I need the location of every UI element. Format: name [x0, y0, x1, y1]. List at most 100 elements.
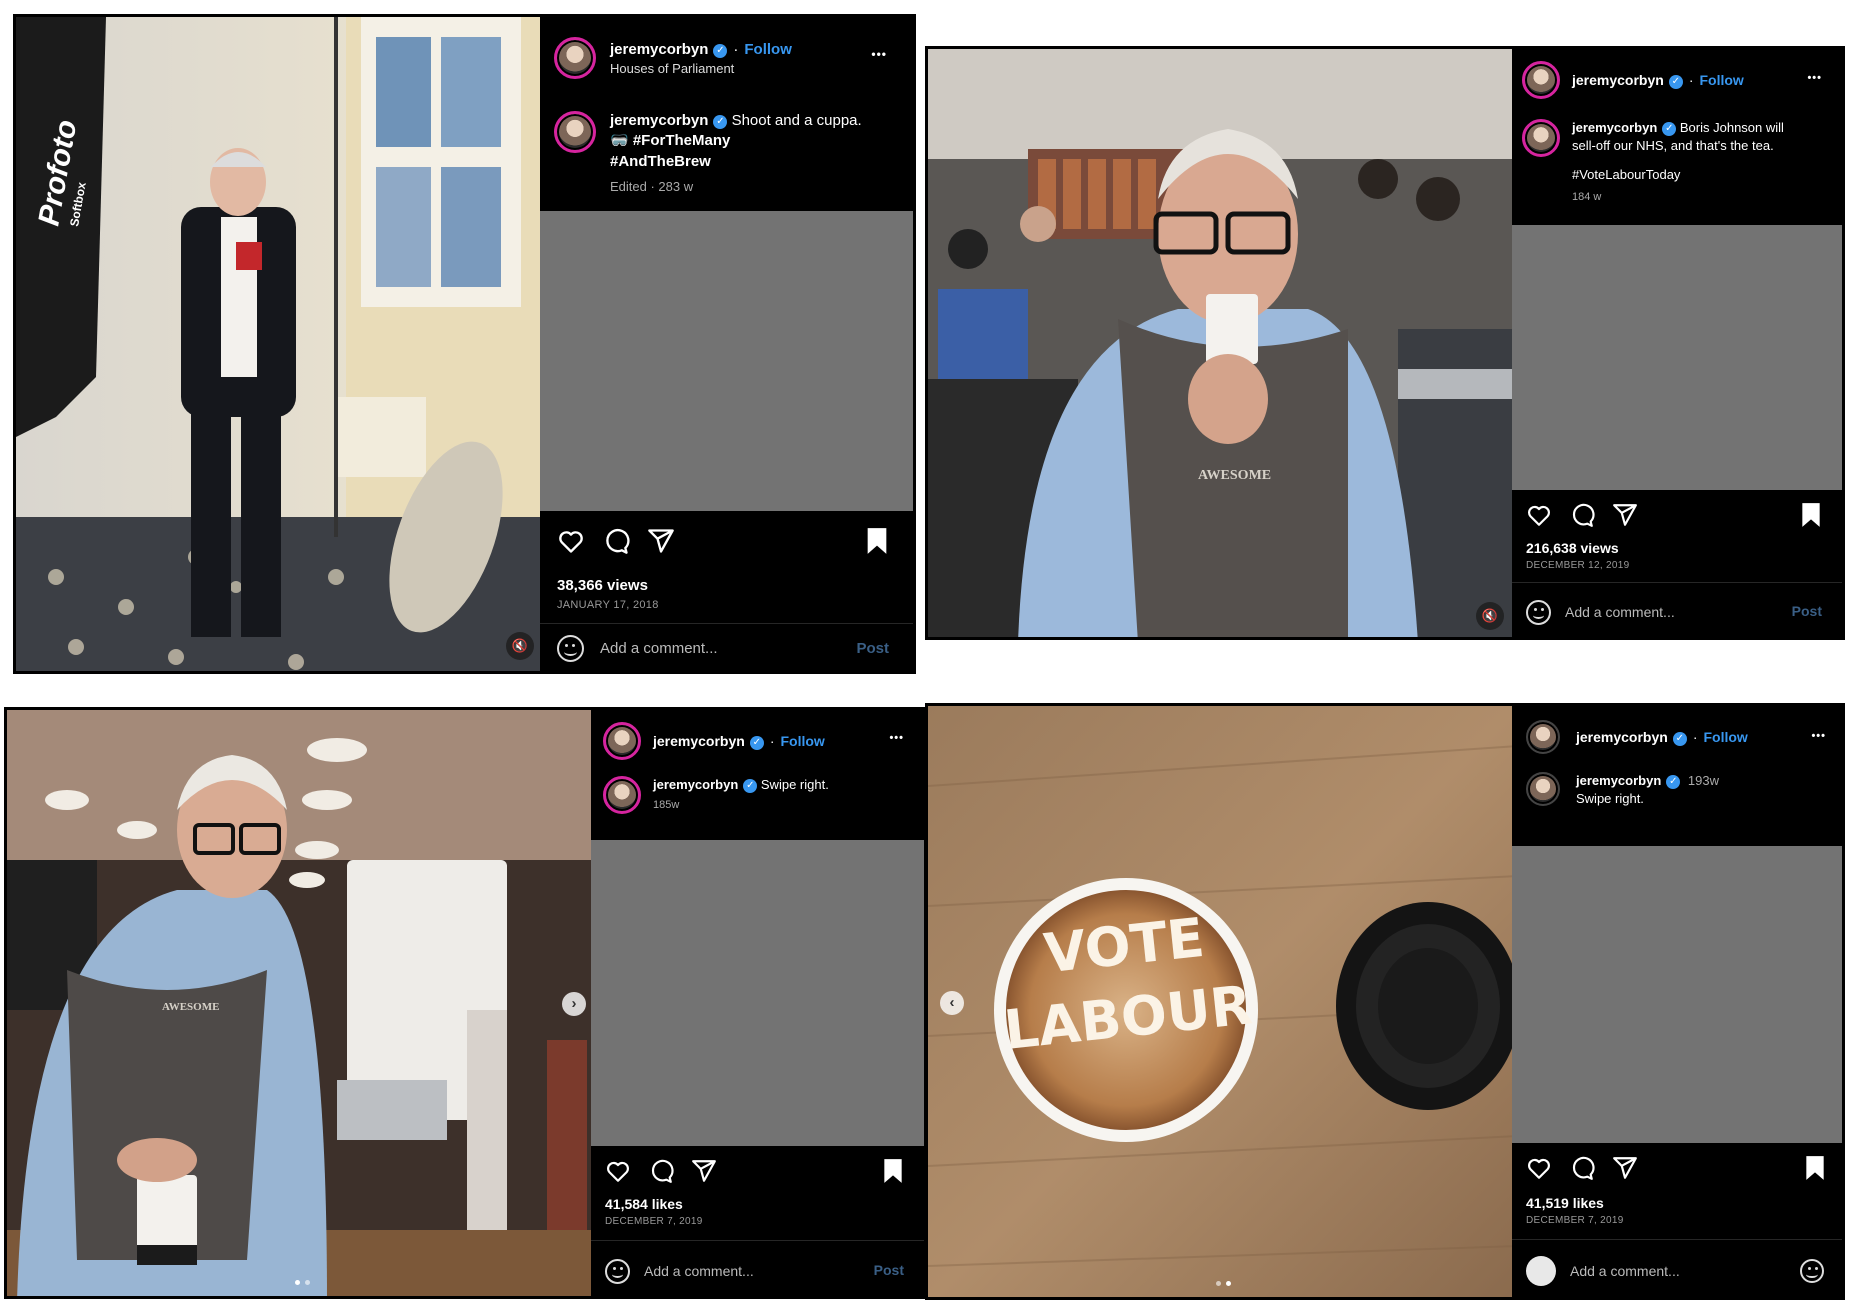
post-card-1: Profoto Softbox 🔇 jeremycorbyn ✓ · Follow H… — [13, 14, 916, 674]
comment-input[interactable]: Add a comment... — [600, 640, 718, 657]
avatar[interactable] — [554, 37, 596, 79]
username-link[interactable]: jeremycorbyn — [1572, 120, 1657, 135]
heart-icon[interactable] — [1526, 502, 1552, 528]
location-link[interactable]: Houses of Parliament — [610, 61, 792, 76]
verified-badge-icon: ✓ — [1668, 74, 1683, 89]
comment-input[interactable]: Add a comment... — [1565, 604, 1675, 620]
avatar[interactable] — [603, 776, 641, 814]
comment-bubble-icon[interactable] — [648, 1158, 674, 1184]
username-link[interactable]: jeremycorbyn — [653, 777, 738, 792]
post-date: JANUARY 17, 2018 — [557, 599, 659, 611]
post-caption: jeremycorbyn ✓ Swipe right. 185w — [603, 776, 829, 814]
empty-comments-area — [1512, 846, 1842, 1143]
username-link[interactable]: jeremycorbyn — [1576, 773, 1661, 788]
muted-speaker-icon[interactable]: 🔇 — [506, 632, 534, 660]
separator-dot: · — [769, 732, 775, 749]
post-comment-button[interactable]: Post — [1792, 603, 1822, 619]
empty-comments-area — [591, 840, 924, 1146]
username-link[interactable]: jeremycorbyn — [653, 733, 745, 749]
photo-vote-labour-latte: VOTE LABOUR — [928, 706, 1518, 1297]
comment-bubble-icon[interactable] — [602, 527, 630, 555]
heart-icon[interactable] — [605, 1158, 631, 1184]
more-options-icon[interactable]: ••• — [871, 47, 887, 61]
apron-logo-text: AWESOME — [1198, 468, 1271, 483]
paper-plane-icon[interactable] — [1612, 502, 1638, 528]
post-card-4: VOTE LABOUR ‹ jeremycorbyn ✓ · Follow ••• j… — [925, 703, 1845, 1300]
caption-line-1: Swipe right. — [1576, 790, 1644, 806]
follow-button[interactable]: Follow — [1700, 72, 1744, 88]
username-link[interactable]: jeremycorbyn — [1572, 72, 1664, 88]
carousel-dot — [305, 1280, 310, 1285]
bookmark-icon[interactable] — [882, 1158, 904, 1184]
post-media-1[interactable]: Profoto Softbox 🔇 — [16, 17, 546, 671]
comment-bubble-icon[interactable] — [1569, 1155, 1595, 1181]
post-date: DECEMBER 12, 2019 — [1526, 560, 1630, 571]
avatar[interactable] — [1526, 772, 1560, 806]
post-side-panel-3: jeremycorbyn ✓ · Follow ••• jeremycorbyn ✓ S… — [591, 710, 924, 1296]
avatar[interactable] — [554, 111, 596, 153]
post-comment-button[interactable]: Post — [856, 640, 889, 657]
like-count[interactable]: 41,584 likes — [605, 1196, 683, 1212]
avatar[interactable] — [1526, 720, 1560, 754]
more-options-icon[interactable]: ••• — [1807, 72, 1822, 84]
post-media-3[interactable]: AWESOME › — [7, 710, 597, 1296]
smiley-icon[interactable] — [1800, 1259, 1824, 1283]
separator-dot: · — [1688, 71, 1694, 88]
caption-meta: 185w — [653, 798, 680, 811]
separator-dot: · — [733, 40, 739, 58]
heart-icon[interactable] — [557, 527, 585, 555]
caption-meta: 184 w — [1572, 190, 1602, 203]
more-options-icon[interactable]: ••• — [889, 732, 904, 744]
post-media-2[interactable]: AWESOME 🔇 — [928, 49, 1518, 637]
smiley-icon[interactable] — [605, 1258, 630, 1284]
verified-badge-icon: ✓ — [743, 779, 758, 793]
post-header: jeremycorbyn ✓ · Follow — [1522, 61, 1842, 99]
carousel-next-button[interactable]: › — [562, 992, 586, 1016]
follow-button[interactable]: Follow — [1704, 729, 1748, 745]
paper-plane-icon[interactable] — [1612, 1155, 1638, 1181]
view-count: 38,366 views — [557, 577, 648, 594]
apron-logo-text: AWESOME — [162, 1001, 219, 1013]
avatar[interactable] — [603, 722, 641, 760]
separator-dot: · — [1692, 728, 1698, 745]
muted-speaker-icon[interactable]: 🔇 — [1476, 602, 1504, 630]
caption-line-2[interactable]: 🥽 #ForTheMany — [610, 131, 862, 151]
caption-meta: Edited · 283 w — [610, 178, 694, 194]
verified-badge-icon: ✓ — [1666, 775, 1681, 789]
paper-plane-icon[interactable] — [691, 1158, 717, 1184]
username-link[interactable]: jeremycorbyn — [610, 112, 708, 129]
post-header: jeremycorbyn ✓ · Follow — [603, 722, 924, 760]
verified-badge-icon: ✓ — [713, 115, 728, 129]
post-side-panel-4: jeremycorbyn ✓ · Follow ••• jeremycorbyn ✓ 1… — [1512, 706, 1842, 1297]
caption-hashtag[interactable]: #VoteLabourToday — [1572, 166, 1784, 184]
follow-button[interactable]: Follow — [781, 733, 825, 749]
comment-input[interactable]: Add a comment... — [1570, 1263, 1680, 1279]
bookmark-icon[interactable] — [865, 527, 889, 555]
comment-bubble-icon[interactable] — [1569, 502, 1595, 528]
post-side-panel-1: jeremycorbyn ✓ · Follow Houses of Parliamen… — [540, 17, 913, 671]
like-count[interactable]: 41,519 likes — [1526, 1195, 1604, 1211]
heart-icon[interactable] — [1526, 1155, 1552, 1181]
avatar[interactable] — [1522, 61, 1560, 99]
caption-line-3[interactable]: #AndTheBrew — [610, 152, 862, 172]
post-comment-button[interactable]: Post — [874, 1262, 904, 1278]
bookmark-icon[interactable] — [1804, 1155, 1826, 1181]
avatar — [1526, 1256, 1556, 1286]
post-header: jeremycorbyn ✓ · Follow — [1526, 720, 1842, 754]
carousel-prev-button[interactable]: ‹ — [940, 991, 964, 1015]
smiley-icon[interactable] — [1526, 599, 1551, 625]
comment-input[interactable]: Add a comment... — [644, 1263, 754, 1279]
action-bar: 216,638 views DECEMBER 12, 2019 Add a co… — [1512, 490, 1842, 637]
username-link[interactable]: jeremycorbyn — [1576, 729, 1668, 745]
verified-badge-icon: ✓ — [1662, 122, 1677, 136]
post-caption: jeremycorbyn ✓ Shoot and a cuppa. 🥽 #ForT… — [554, 111, 862, 195]
verified-badge-icon: ✓ — [713, 43, 728, 58]
paper-plane-icon[interactable] — [647, 527, 675, 555]
username-link[interactable]: jeremycorbyn — [610, 41, 708, 58]
avatar[interactable] — [1522, 119, 1560, 157]
follow-button[interactable]: Follow — [744, 41, 792, 58]
bookmark-icon[interactable] — [1800, 502, 1822, 528]
post-media-4[interactable]: VOTE LABOUR ‹ — [928, 706, 1518, 1297]
smiley-icon[interactable] — [557, 635, 584, 662]
more-options-icon[interactable]: ••• — [1811, 730, 1826, 742]
